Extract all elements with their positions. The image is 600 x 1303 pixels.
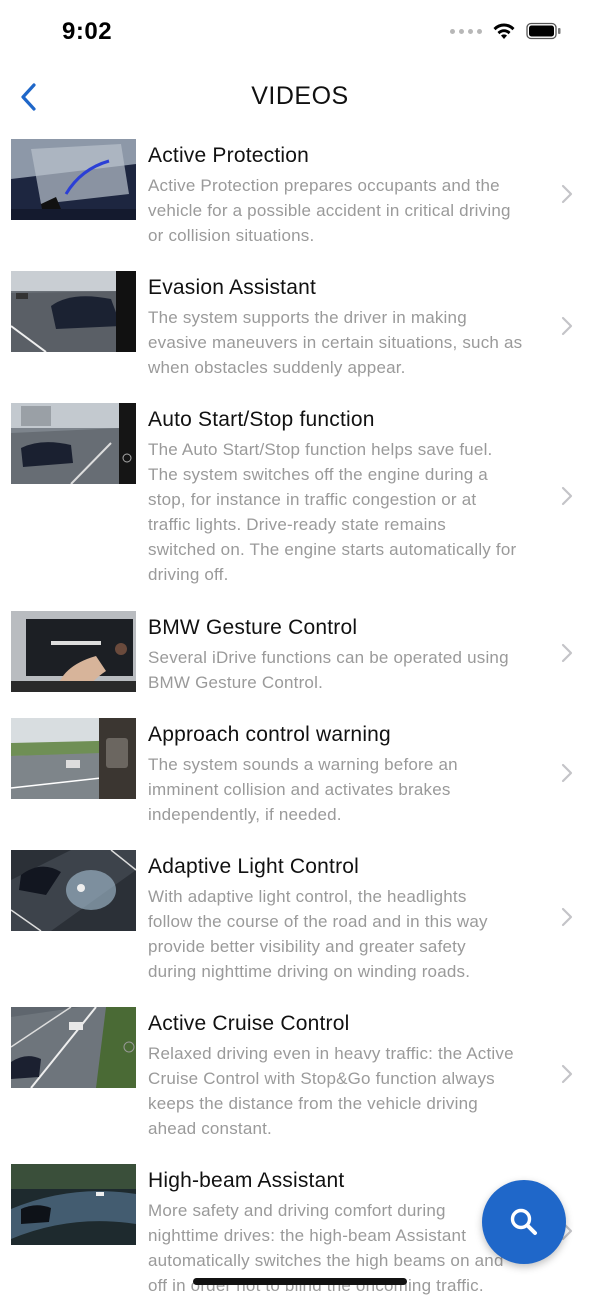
video-description: The Auto Start/Stop function helps save … (148, 437, 563, 587)
video-thumbnail (11, 403, 136, 484)
description-line: provide better visibility and greater sa… (148, 937, 466, 957)
description-line: off in order not to blind the oncoming t… (148, 1276, 484, 1296)
video-text: Adaptive Light Control With adaptive lig… (148, 849, 563, 984)
search-button[interactable] (482, 1180, 566, 1264)
video-text: Approach control warning The system soun… (148, 717, 563, 827)
chevron-right-icon (561, 486, 573, 506)
video-text: Evasion Assistant The system supports th… (148, 270, 563, 380)
navigation-bar: VIDEOS (0, 68, 600, 128)
description-line: ahead constant. (148, 1119, 272, 1139)
video-thumbnail (11, 1164, 136, 1245)
video-description: Several iDrive functions can be operated… (148, 645, 563, 695)
video-thumbnail (11, 1007, 136, 1088)
video-list-item[interactable]: Active Protection Active Protection prep… (0, 138, 600, 270)
description-line: keeps the distance from the vehicle driv… (148, 1094, 478, 1114)
video-thumbnail (11, 611, 136, 692)
video-title: Auto Start/Stop function (148, 408, 375, 431)
description-line: evasive maneuvers in certain situations,… (148, 333, 523, 353)
video-list-item[interactable]: Auto Start/Stop function The Auto Start/… (0, 402, 600, 610)
description-line: Relaxed driving even in heavy traffic: t… (148, 1044, 514, 1064)
description-line: follow the course of the road and in thi… (148, 912, 488, 932)
wifi-icon (493, 23, 515, 39)
video-list-item[interactable]: Active Cruise Control Relaxed driving ev… (0, 1006, 600, 1163)
video-title: Active Protection (148, 144, 309, 167)
video-text: Active Cruise Control Relaxed driving ev… (148, 1006, 563, 1141)
chevron-right-icon (561, 763, 573, 783)
description-line: imminent collision and activates brakes (148, 780, 451, 800)
video-title: Active Cruise Control (148, 1012, 350, 1035)
video-thumbnail (11, 850, 136, 931)
video-list-item[interactable]: Adaptive Light Control With adaptive lig… (0, 849, 600, 1006)
chevron-right-icon (561, 643, 573, 663)
description-line: or collision situations. (148, 226, 315, 246)
description-line: independently, if needed. (148, 805, 342, 825)
video-list-item[interactable]: Evasion Assistant The system supports th… (0, 270, 600, 402)
page-title: VIDEOS (251, 82, 349, 110)
description-line: The Auto Start/Stop function helps save … (148, 440, 493, 460)
video-description: The system sounds a warning before an im… (148, 752, 563, 827)
video-thumbnail (11, 718, 136, 799)
video-description: Relaxed driving even in heavy traffic: t… (148, 1041, 563, 1141)
video-title: Adaptive Light Control (148, 855, 360, 878)
video-description: Active Protection prepares occupants and… (148, 173, 563, 248)
video-title: BMW Gesture Control (148, 616, 358, 639)
video-thumbnail (11, 271, 136, 352)
video-title: Approach control warning (148, 723, 391, 746)
chevron-right-icon (561, 184, 573, 204)
video-list[interactable]: Active Protection Active Protection prep… (0, 138, 600, 1303)
video-text: Auto Start/Stop function The Auto Start/… (148, 402, 563, 587)
description-line: driving off. (148, 565, 229, 585)
description-line: The system supports the driver in making (148, 308, 467, 328)
status-time: 9:02 (62, 18, 113, 45)
home-indicator[interactable] (193, 1278, 407, 1285)
description-line: The system switches off the engine durin… (148, 465, 488, 485)
description-line: Cruise Control with Stop&Go function alw… (148, 1069, 495, 1089)
description-line: Several iDrive functions can be operated… (148, 648, 509, 668)
description-line: stop, for instance in traffic congestion… (148, 490, 477, 510)
description-line: With adaptive light control, the headlig… (148, 887, 467, 907)
status-bar: 9:02 (0, 0, 600, 68)
video-text: BMW Gesture Control Several iDrive funct… (148, 610, 563, 695)
video-thumbnail (11, 139, 136, 220)
video-list-item[interactable]: Approach control warning The system soun… (0, 717, 600, 849)
chevron-right-icon (561, 316, 573, 336)
description-line: Active Protection prepares occupants and… (148, 176, 500, 196)
video-list-item[interactable]: BMW Gesture Control Several iDrive funct… (0, 610, 600, 717)
video-description: The system supports the driver in making… (148, 305, 563, 380)
description-line: traffic lights. Drive-ready state remain… (148, 515, 446, 535)
cellular-signal-icon (450, 28, 482, 34)
status-icons (450, 22, 562, 40)
video-title: Evasion Assistant (148, 276, 316, 299)
video-text: Active Protection Active Protection prep… (148, 138, 563, 248)
chevron-right-icon (561, 1064, 573, 1084)
battery-icon (526, 22, 561, 40)
description-line: switched on. The engine starts automatic… (148, 540, 517, 560)
description-line: BMW Gesture Control. (148, 673, 323, 693)
chevron-right-icon (561, 907, 573, 927)
search-icon (510, 1208, 537, 1235)
description-line: The system sounds a warning before an (148, 755, 458, 775)
description-line: vehicle for a possible accident in criti… (148, 201, 511, 221)
description-line: during nighttime driving on winding road… (148, 962, 471, 982)
description-line: when obstacles suddenly appear. (148, 358, 406, 378)
video-description: With adaptive light control, the headlig… (148, 884, 563, 984)
